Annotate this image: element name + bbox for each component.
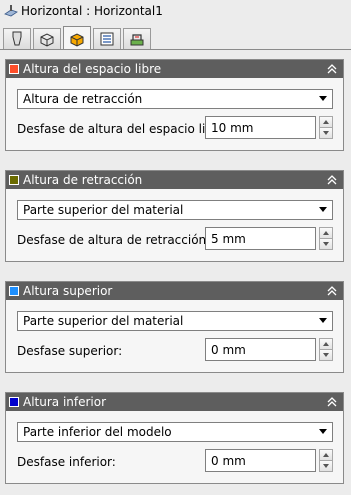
- stepper-down-button[interactable]: [319, 461, 333, 472]
- panel-title: Altura inferior: [23, 395, 107, 409]
- top-offset-input[interactable]: 0 mm: [205, 338, 316, 361]
- chevron-down-icon: [319, 318, 327, 323]
- operation-icon: [4, 4, 18, 18]
- tab-geometry[interactable]: [33, 28, 61, 49]
- panel-header[interactable]: Altura inferior: [6, 393, 343, 411]
- retract-height-from-select[interactable]: Parte superior del material: [17, 200, 333, 220]
- panel-bottom-height: Altura inferior Parte inferior del model…: [5, 392, 344, 484]
- collapse-icon[interactable]: [325, 62, 339, 76]
- select-value: Parte superior del material: [23, 203, 184, 217]
- clearance-offset-stepper: [319, 116, 333, 139]
- chevron-down-icon: [319, 429, 327, 434]
- bottom-height-from-select[interactable]: Parte inferior del modelo: [17, 422, 333, 442]
- stepper-up-button[interactable]: [319, 449, 333, 461]
- stepper-down-button[interactable]: [319, 239, 333, 250]
- top-height-from-select[interactable]: Parte superior del material: [17, 311, 333, 331]
- collapse-icon[interactable]: [325, 395, 339, 409]
- geometry-icon: [40, 33, 54, 47]
- field-label: Desfase superior:: [17, 344, 123, 358]
- tab-linking[interactable]: [123, 28, 151, 49]
- field-label: Desfase inferior:: [17, 455, 116, 469]
- tab-tool[interactable]: [3, 28, 31, 49]
- field-value: 5 mm: [211, 231, 246, 246]
- stepper-down-button[interactable]: [319, 350, 333, 361]
- color-swatch: [9, 64, 19, 74]
- field-label: Desfase de altura de retracción:: [17, 233, 211, 247]
- retract-offset-stepper: [319, 227, 333, 250]
- caret-down-icon: [323, 131, 329, 135]
- field-value: 0 mm: [211, 342, 246, 357]
- panel-retract-height: Altura de retracción Parte superior del …: [5, 170, 344, 262]
- window-titlebar: Horizontal : Horizontal1: [0, 0, 351, 22]
- panel-title: Altura superior: [23, 284, 113, 298]
- select-value: Parte inferior del modelo: [23, 425, 172, 439]
- caret-up-icon: [323, 342, 329, 346]
- color-swatch: [9, 175, 19, 185]
- field-value: 10 mm: [211, 120, 254, 135]
- stepper-up-button[interactable]: [319, 116, 333, 128]
- bottom-offset-stepper: [319, 449, 333, 472]
- field-value: 0 mm: [211, 453, 246, 468]
- window-title: Horizontal : Horizontal1: [21, 4, 163, 18]
- color-swatch: [9, 286, 19, 296]
- caret-down-icon: [323, 464, 329, 468]
- caret-up-icon: [323, 231, 329, 235]
- clearance-offset-input[interactable]: 10 mm: [205, 116, 316, 139]
- panel-clearance-height: Altura del espacio libre Altura de retra…: [5, 59, 344, 151]
- stepper-up-button[interactable]: [319, 227, 333, 239]
- passes-icon: [100, 32, 114, 46]
- collapse-icon[interactable]: [325, 284, 339, 298]
- tool-icon: [12, 31, 22, 46]
- panel-header[interactable]: Altura de retracción: [6, 171, 343, 189]
- chevron-down-icon: [319, 96, 327, 101]
- panel-header[interactable]: Altura del espacio libre: [6, 60, 343, 78]
- caret-up-icon: [323, 120, 329, 124]
- heights-icon: [70, 32, 84, 47]
- select-value: Altura de retracción: [23, 92, 143, 106]
- tab-heights[interactable]: [63, 26, 91, 50]
- tab-divider: [0, 49, 351, 50]
- collapse-icon[interactable]: [325, 173, 339, 187]
- tab-passes[interactable]: [93, 28, 121, 49]
- tab-bar: [3, 25, 153, 50]
- caret-down-icon: [323, 242, 329, 246]
- field-label: Desfase de altura del espacio libre:: [17, 122, 230, 136]
- bottom-offset-input[interactable]: 0 mm: [205, 449, 316, 472]
- stepper-down-button[interactable]: [319, 128, 333, 139]
- caret-up-icon: [323, 453, 329, 457]
- panel-top-height: Altura superior Parte superior del mater…: [5, 281, 344, 373]
- caret-down-icon: [323, 353, 329, 357]
- panel-title: Altura de retracción: [23, 173, 143, 187]
- color-swatch: [9, 397, 19, 407]
- clearance-height-from-select[interactable]: Altura de retracción: [17, 89, 333, 109]
- panel-title: Altura del espacio libre: [23, 62, 162, 76]
- top-offset-stepper: [319, 338, 333, 361]
- select-value: Parte superior del material: [23, 314, 184, 328]
- panel-header[interactable]: Altura superior: [6, 282, 343, 300]
- chevron-down-icon: [319, 207, 327, 212]
- retract-offset-input[interactable]: 5 mm: [205, 227, 316, 250]
- linking-icon: [130, 34, 144, 46]
- stepper-up-button[interactable]: [319, 338, 333, 350]
